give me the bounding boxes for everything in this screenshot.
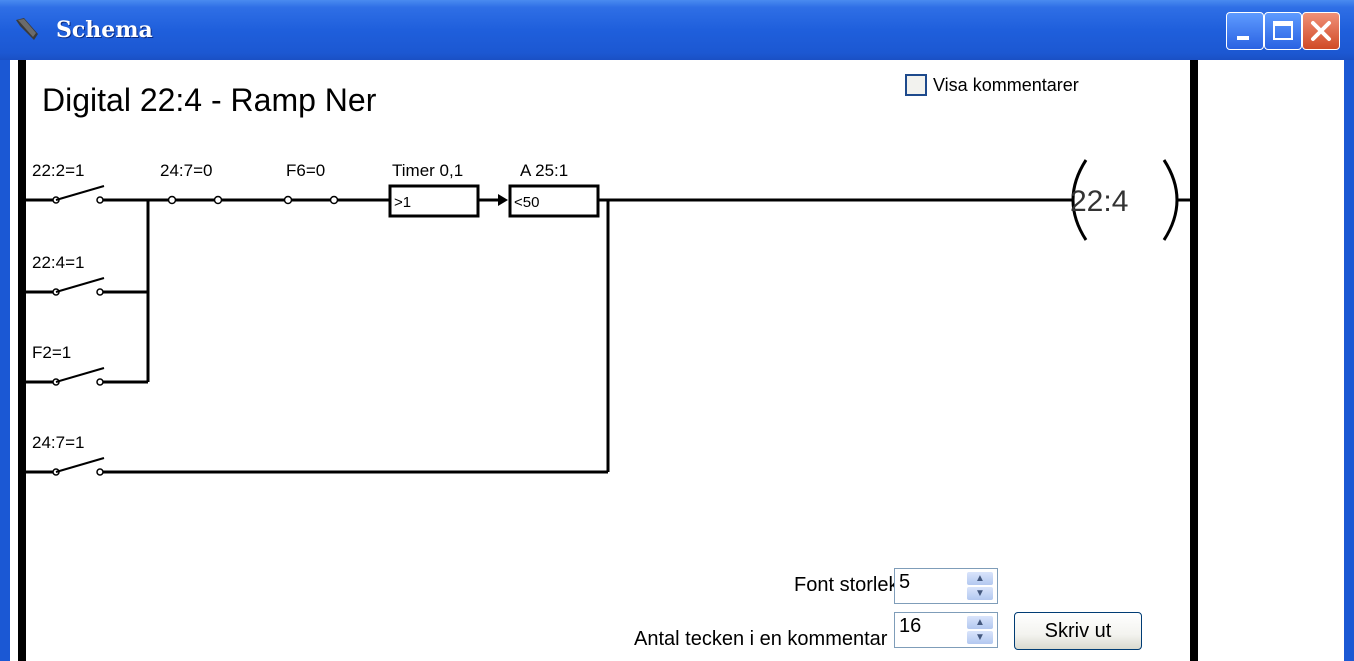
stepper-arrows[interactable]: ▲ ▼ [967,572,993,600]
chevron-up-icon[interactable]: ▲ [967,616,993,629]
contact-label: 22:2=1 [32,161,84,180]
contact-24-7-on[interactable]: 24:7=1 [32,433,105,476]
chevron-down-icon[interactable]: ▼ [967,631,993,644]
print-button[interactable]: Skriv ut [1014,612,1142,650]
contact-label: F2=1 [32,343,71,362]
output-coil[interactable]: 22:4 [1070,159,1179,241]
chevron-up-icon[interactable]: ▲ [967,572,993,585]
block-title: A 25:1 [520,161,568,180]
contact-22-2[interactable]: 22:2=1 [32,161,105,204]
timer-block[interactable]: Timer 0,1 >1 [388,161,480,218]
block-value: >1 [394,194,411,211]
contact-f2[interactable]: F2=1 [32,343,105,386]
font-size-label: Font storlek [794,574,899,596]
comment-chars-value: 16 [899,615,922,637]
font-size-stepper[interactable]: 5 ▲ ▼ [894,568,998,604]
contact-f6[interactable]: F6=0 [283,161,339,205]
contact-label: F6=0 [286,161,325,180]
coil-label: 22:4 [1070,185,1128,218]
contact-24-7-off[interactable]: 24:7=0 [160,161,223,205]
ladder-diagram: 22:2=1 24:7=0 F6=0 Timer 0,1 >1 A 25:1 <… [26,159,1190,476]
contact-label: 22:4=1 [32,253,84,272]
schema-window: Schema Digital 22:4 - Ramp Ner Visa komm… [0,0,1354,661]
stepper-arrows[interactable]: ▲ ▼ [967,616,993,644]
analog-compare-block[interactable]: A 25:1 <50 [508,161,600,218]
block-title: Timer 0,1 [392,161,463,180]
font-size-value: 5 [899,571,911,593]
comment-chars-label: Antal tecken i en kommentar [634,628,888,650]
arrow-marker [498,194,508,206]
contact-label: 24:7=0 [160,161,212,180]
contact-label: 24:7=1 [32,433,84,452]
rung-wires [26,198,1190,474]
comment-chars-stepper[interactable]: 16 ▲ ▼ [894,612,998,648]
block-value: <50 [514,194,539,211]
chevron-down-icon[interactable]: ▼ [967,587,993,600]
contact-22-4[interactable]: 22:4=1 [32,253,105,296]
